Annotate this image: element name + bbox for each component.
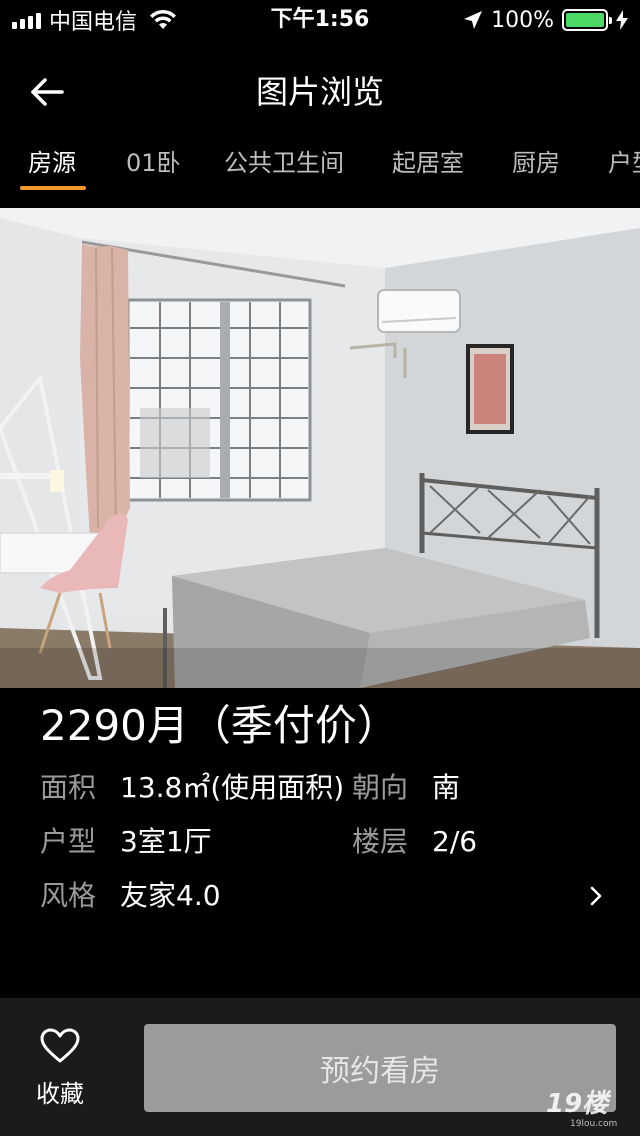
svg-text:19楼: 19楼 <box>546 1089 612 1119</box>
tab-bedroom-01[interactable]: 01卧 <box>126 148 181 178</box>
area-label: 面积 <box>40 771 97 804</box>
battery-percent: 100% <box>491 7 554 33</box>
battery-fill <box>566 13 604 27</box>
style-label: 风格 <box>40 879 97 912</box>
status-bar-right: 100% <box>463 6 628 34</box>
navigation-bar: 图片浏览 <box>0 52 640 132</box>
bottom-action-bar: 收藏 预约看房 19楼 19lou.com <box>0 998 640 1136</box>
chevron-right-icon[interactable] <box>582 882 610 910</box>
tab-floor-plan[interactable]: 户型 <box>608 148 640 178</box>
favorite-label: 收藏 <box>36 1080 84 1108</box>
photo-category-tabs: 房源 01卧 公共卫生间 起居室 厨房 户型 <box>0 136 640 198</box>
style-value: 友家4.0 <box>120 879 221 912</box>
tab-public-bathroom[interactable]: 公共卫生间 <box>224 148 344 178</box>
battery-icon <box>562 9 612 31</box>
info-row-area: 面积 13.8㎡(使用面积) 朝向 南 <box>0 768 640 808</box>
heart-icon <box>40 1028 80 1063</box>
tab-listing[interactable]: 房源 <box>28 148 76 178</box>
floor-label: 楼层 <box>352 825 409 858</box>
info-row-style[interactable]: 风格 友家4.0 <box>0 876 640 916</box>
layout-value: 3室1厅 <box>120 825 212 858</box>
orientation-label: 朝向 <box>352 771 409 804</box>
site-watermark-logo: 19楼 19lou.com <box>546 1089 617 1129</box>
area-value: 13.8㎡(使用面积) <box>120 771 345 804</box>
info-row-layout: 户型 3室1厅 楼层 2/6 <box>0 822 640 862</box>
floor-value: 2/6 <box>432 825 478 858</box>
charging-bolt-icon <box>616 10 628 30</box>
tab-kitchen[interactable]: 厨房 <box>512 148 560 178</box>
price-text: 2290月（季付价） <box>40 701 399 750</box>
svg-text:19lou.com: 19lou.com <box>570 1119 617 1129</box>
status-bar: 中国电信 下午1:56 100% <box>0 0 640 40</box>
page-title: 图片浏览 <box>255 73 384 111</box>
orientation-value: 南 <box>432 771 461 804</box>
layout-label: 户型 <box>40 825 97 858</box>
location-arrow-icon <box>464 11 483 29</box>
bedroom-photo <box>0 208 640 688</box>
favorite-button[interactable]: 收藏 <box>20 1022 100 1118</box>
tab-living-room[interactable]: 起居室 <box>392 148 464 178</box>
room-photo[interactable] <box>0 208 640 688</box>
active-tab-indicator <box>20 186 86 190</box>
